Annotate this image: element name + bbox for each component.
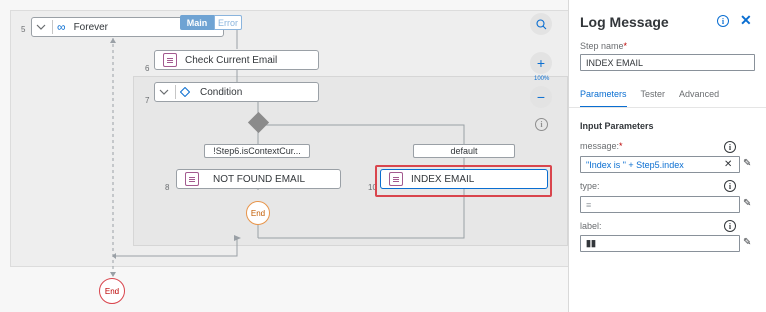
diamond-icon xyxy=(180,87,190,97)
type-info-icon[interactable]: i xyxy=(724,180,736,192)
divider xyxy=(175,85,176,99)
not-found-step-label: NOT FOUND EMAIL xyxy=(213,173,306,185)
end-event-inner[interactable]: End xyxy=(246,201,270,225)
panel-tabs: Parameters Tester Advanced xyxy=(580,89,733,108)
condition-step-label: Condition xyxy=(200,86,243,98)
zoom-out-button[interactable]: − xyxy=(530,86,552,108)
plus-icon: + xyxy=(536,55,546,71)
index-step-label: INDEX EMAIL xyxy=(411,173,475,185)
zoom-in-button[interactable]: + xyxy=(530,52,552,74)
label-input[interactable]: ▮▮ xyxy=(580,235,740,252)
step-name-input[interactable]: INDEX EMAIL xyxy=(580,54,755,71)
tab-tester[interactable]: Tester xyxy=(641,89,666,108)
main-tag[interactable]: Main xyxy=(180,15,214,30)
step-number-5: 5 xyxy=(21,25,26,34)
string-type-icon: ▮▮ xyxy=(586,238,596,248)
search-button[interactable] xyxy=(530,13,552,35)
forever-step-label: Forever xyxy=(73,21,109,33)
pencil-icon[interactable]: ✎ xyxy=(743,237,751,248)
tabs-divider xyxy=(569,107,766,108)
index-email-step[interactable]: INDEX EMAIL xyxy=(380,169,548,189)
panel-title: Log Message xyxy=(580,14,669,30)
step-name-label: Step name* xyxy=(580,41,628,51)
type-input[interactable]: ≡ xyxy=(580,196,740,213)
branch-label-left[interactable]: !Step6.isContextCur... xyxy=(204,144,310,158)
chevron-down-icon[interactable] xyxy=(155,83,173,101)
branch-label-default[interactable]: default xyxy=(413,144,515,158)
properties-panel: Log Message i ✕ Step name* INDEX EMAIL P… xyxy=(568,0,766,312)
message-info-icon[interactable]: i xyxy=(724,141,736,153)
script-icon xyxy=(163,53,177,67)
search-icon xyxy=(535,18,546,29)
pencil-icon[interactable]: ✎ xyxy=(743,198,751,209)
text-format-icon: ≡ xyxy=(586,199,592,210)
type-label: type: xyxy=(580,181,600,191)
check-step-label: Check Current Email xyxy=(185,54,278,66)
zoom-percent: 100% xyxy=(534,76,550,82)
section-title: Input Parameters xyxy=(580,121,654,131)
chevron-down-icon[interactable] xyxy=(32,18,50,36)
end-event-outer[interactable]: End xyxy=(99,278,125,304)
info-icon[interactable]: i xyxy=(717,15,729,27)
pencil-icon[interactable]: ✎ xyxy=(743,158,751,169)
message-label: message:* xyxy=(580,141,623,151)
clear-icon[interactable]: ✕ xyxy=(724,159,732,170)
step-number-8: 8 xyxy=(165,183,170,192)
infinity-icon: ∞ xyxy=(57,20,66,34)
label-label: label: xyxy=(580,221,602,231)
condition-step[interactable]: Condition xyxy=(154,82,319,102)
not-found-email-step[interactable]: NOT FOUND EMAIL xyxy=(176,169,341,189)
script-icon xyxy=(389,172,403,186)
check-current-email-step[interactable]: Check Current Email xyxy=(154,50,319,70)
label-info-icon[interactable]: i xyxy=(724,220,736,232)
divider xyxy=(52,20,53,34)
message-input[interactable]: "Index is " + Step5.index xyxy=(580,156,740,173)
close-icon[interactable]: ✕ xyxy=(740,12,752,29)
script-icon xyxy=(185,172,199,186)
tab-advanced[interactable]: Advanced xyxy=(679,89,719,108)
workflow-canvas: 5 ∞ Forever Main Error 6 Check Current E… xyxy=(0,0,568,312)
step-number-6: 6 xyxy=(145,64,150,73)
error-tag[interactable]: Error xyxy=(214,15,242,30)
minus-icon: − xyxy=(536,89,546,105)
tab-parameters[interactable]: Parameters xyxy=(580,89,627,108)
info-icon[interactable]: i xyxy=(535,118,548,131)
step-number-7: 7 xyxy=(145,96,150,105)
